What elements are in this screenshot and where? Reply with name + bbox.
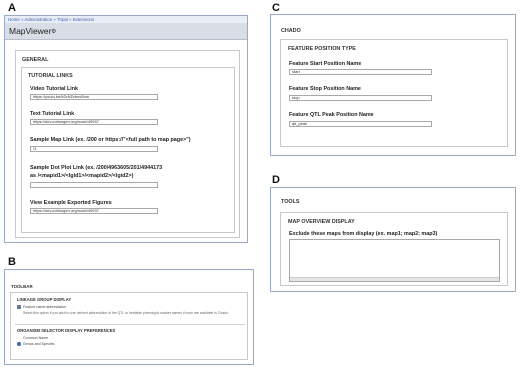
qtl-peak-label: Feature QTL Peak Position Name — [289, 112, 374, 118]
sample-dotplot-input[interactable] — [30, 182, 158, 188]
linkage-heading: LINKAGE GROUP DISPLAY — [17, 297, 72, 302]
sample-dotplot-label-2: as /<mapid1>/<lgid1>/<mapid2>/<lgid2>) — [30, 173, 134, 179]
text-tutorial-input[interactable]: https://dev.cottongen.org/node/49937 — [30, 119, 158, 125]
video-tutorial-label: Video Tutorial Link — [30, 86, 79, 92]
organism-heading: ORGANISM SELECTOR DISPLAY PREFERENCES — [17, 328, 116, 333]
sample-map-label: Sample Map Link (ex. /200 or https://"<f… — [30, 137, 191, 143]
start-position-input[interactable]: start — [289, 69, 432, 75]
tutorial-links-fieldset: TUTORIAL LINKS Video Tutorial Link https… — [21, 67, 235, 233]
sample-map-input[interactable]: /3 — [30, 146, 158, 152]
toolbar-heading: TOOLBAR — [11, 284, 33, 289]
breadcrumb-tripal[interactable]: Tripal — [57, 17, 68, 22]
panel-a: Home » Administration » Tripal » Extensi… — [4, 15, 248, 243]
exclude-maps-label: Exclude these maps from display (ex. map… — [289, 231, 438, 237]
breadcrumb: Home » Administration » Tripal » Extensi… — [8, 17, 95, 22]
breadcrumb-administration[interactable]: Administration — [24, 17, 52, 22]
general-fieldset: GENERAL TUTORIAL LINKS Video Tutorial Li… — [15, 50, 240, 238]
stop-position-input[interactable]: stop — [289, 95, 432, 101]
resize-grip[interactable] — [290, 277, 499, 281]
chado-heading: CHADO — [281, 28, 301, 34]
panel-label-a: A — [8, 2, 16, 14]
genus-species-radio[interactable] — [17, 342, 21, 346]
breadcrumb-home[interactable]: Home — [8, 17, 20, 22]
panel-label-c: C — [272, 2, 280, 14]
map-overview-heading: MAP OVERVIEW DISPLAY — [288, 219, 355, 225]
tutorial-links-heading: TUTORIAL LINKS — [28, 73, 73, 79]
general-heading: GENERAL — [22, 57, 49, 63]
feature-position-fieldset: FEATURE POSITION TYPE Feature Start Posi… — [280, 39, 508, 147]
page-title: MapViewer — [9, 26, 52, 36]
feature-abbreviation-label: Feature name abbreviation — [23, 305, 66, 309]
stop-position-label: Feature Stop Position Name — [289, 86, 361, 92]
feature-position-heading: FEATURE POSITION TYPE — [288, 46, 356, 52]
common-name-label: Common Name — [23, 336, 49, 340]
feature-abbreviation-description: Select this option if you wish to use de… — [23, 311, 229, 315]
exported-figures-input[interactable]: https://dev.cottongen.org/node/49937 — [30, 208, 158, 214]
panel-label-b: B — [8, 256, 16, 268]
toolbar-fieldset: LINKAGE GROUP DISPLAY Feature name abbre… — [10, 292, 248, 360]
divider — [15, 324, 245, 325]
title-bar: MapViewer ⚙ — [5, 23, 247, 40]
panel-d: TOOLS MAP OVERVIEW DISPLAY Exclude these… — [270, 187, 516, 292]
video-tutorial-input[interactable]: https://youtu.be/kDrNDrbnvBow — [30, 94, 158, 100]
breadcrumb-bar: Home » Administration » Tripal » Extensi… — [5, 16, 247, 23]
text-tutorial-label: Text Tutorial Link — [30, 111, 75, 117]
breadcrumb-extensions[interactable]: Extensions — [73, 17, 94, 22]
feature-abbreviation-checkbox[interactable] — [17, 305, 21, 309]
exported-figures-label: View Example Exported Figures — [30, 200, 112, 206]
tools-heading: TOOLS — [281, 199, 300, 205]
panel-label-d: D — [272, 174, 280, 186]
genus-species-label: Genus and Species — [23, 342, 55, 346]
map-overview-fieldset: MAP OVERVIEW DISPLAY Exclude these maps … — [280, 212, 508, 286]
panel-c: CHADO FEATURE POSITION TYPE Feature Star… — [270, 14, 516, 156]
qtl-peak-input[interactable]: qtl_peak — [289, 121, 432, 127]
gear-icon[interactable]: ⚙ — [51, 28, 56, 35]
panel-b: TOOLBAR LINKAGE GROUP DISPLAY Feature na… — [4, 269, 254, 365]
sample-dotplot-label: Sample Dot Plot Link (ex. /200/4963605/2… — [30, 165, 163, 171]
exclude-maps-textarea[interactable] — [289, 239, 500, 282]
start-position-label: Feature Start Position Name — [289, 61, 362, 67]
